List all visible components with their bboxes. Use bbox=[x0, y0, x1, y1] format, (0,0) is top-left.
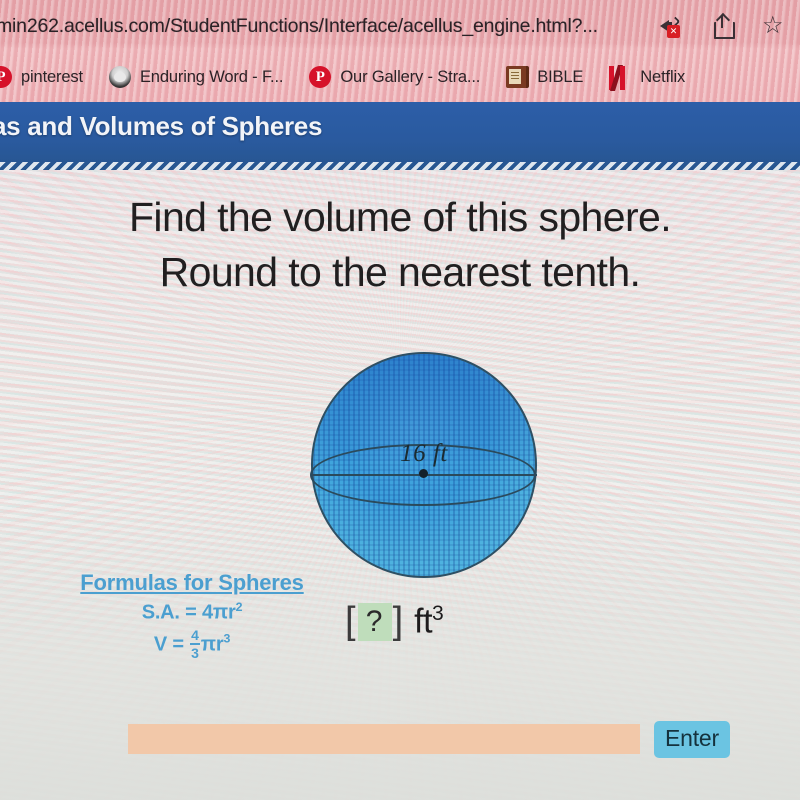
sphere-figure: 16 ft bbox=[310, 352, 537, 578]
bookmark-star-icon[interactable]: ☆ bbox=[762, 13, 788, 39]
url-bar-icon-group: ✕ ☆ bbox=[658, 13, 800, 39]
surface-area-prefix: S.A. = 4 bbox=[141, 601, 213, 624]
formula-surface-area: S.A. = 4πr2 bbox=[42, 600, 342, 625]
close-bracket: ] bbox=[392, 600, 405, 642]
mute-speaker-icon[interactable]: ✕ bbox=[658, 13, 684, 39]
question-line-1: Find the volume of this sphere. bbox=[128, 194, 672, 240]
bookmark-label: Our Gallery - Stra... bbox=[340, 67, 481, 86]
star-glyph: ☆ bbox=[762, 12, 784, 39]
sphere-center-point bbox=[419, 469, 428, 478]
bookmarks-bar: P pinterest Enduring Word - F... P Our G… bbox=[0, 52, 800, 102]
bookmark-item-netflix[interactable]: Netflix bbox=[609, 65, 686, 91]
formulas-box: Formulas for Spheres S.A. = 4πr2 V = 43π… bbox=[42, 570, 342, 661]
fraction-numerator: 4 bbox=[190, 626, 200, 645]
formula-volume: V = 4 3 πr3 bbox=[42, 628, 342, 661]
page-title: as and Volumes of Spheres bbox=[0, 111, 323, 141]
fraction-denominator: 3 bbox=[191, 644, 199, 661]
enduring-word-icon bbox=[108, 66, 131, 88]
lesson-header-bar: as and Volumes of Spheres bbox=[0, 102, 800, 170]
answer-input[interactable] bbox=[128, 724, 640, 754]
volume-prefix: V = bbox=[153, 632, 190, 655]
volume-symbol: πr bbox=[200, 632, 224, 655]
bookmark-label: BIBLE bbox=[537, 67, 584, 86]
question-line-2: Round to the nearest tenth. bbox=[159, 248, 641, 295]
answer-blank-field: ? bbox=[357, 602, 392, 641]
browser-url-bar[interactable]: min262.acellus.com/StudentFunctions/Inte… bbox=[0, 0, 800, 52]
lesson-content-area: Find the volume of this sphere. Round to… bbox=[0, 170, 800, 800]
url-text[interactable]: min262.acellus.com/StudentFunctions/Inte… bbox=[0, 15, 598, 38]
enter-button[interactable]: Enter bbox=[654, 720, 730, 758]
volume-exponent: 3 bbox=[223, 631, 231, 646]
share-icon[interactable] bbox=[710, 12, 736, 39]
answer-unit: ft3 bbox=[414, 601, 444, 641]
pinterest-icon: P bbox=[0, 66, 12, 88]
question-text: Find the volume of this sphere. Round to… bbox=[0, 190, 800, 299]
browser-chrome: min262.acellus.com/StudentFunctions/Inte… bbox=[0, 0, 800, 102]
header-zigzag-divider bbox=[0, 162, 800, 170]
unit-text: ft bbox=[414, 602, 433, 641]
bookmark-item-pinterest[interactable]: P pinterest bbox=[0, 66, 83, 88]
netflix-icon bbox=[609, 65, 631, 91]
answer-expression: [ ? ] ft3 bbox=[345, 600, 444, 643]
sphere-dimension-label: 16 ft bbox=[400, 440, 448, 467]
bookmark-item-bible[interactable]: BIBLE bbox=[506, 66, 583, 88]
volume-fraction: 43 bbox=[190, 628, 200, 660]
bible-book-icon bbox=[506, 66, 530, 88]
mute-badge: ✕ bbox=[667, 25, 680, 38]
bookmark-label: Netflix bbox=[640, 67, 686, 86]
bookmark-item-our-gallery[interactable]: P Our Gallery - Stra... bbox=[309, 66, 480, 88]
surface-area-symbol: πr bbox=[212, 601, 236, 624]
unit-exponent: 3 bbox=[432, 601, 444, 625]
surface-area-exponent: 2 bbox=[235, 600, 243, 614]
answer-placeholder-box: [ ? ] bbox=[345, 600, 404, 643]
open-bracket: [ bbox=[345, 600, 357, 642]
pinterest-icon: P bbox=[309, 66, 332, 88]
bookmark-label: Enduring Word - F... bbox=[139, 67, 284, 86]
answer-entry-row: Enter bbox=[128, 718, 800, 760]
bookmark-label: pinterest bbox=[21, 67, 83, 86]
formulas-title: Formulas for Spheres bbox=[80, 570, 304, 595]
bookmark-item-enduring-word[interactable]: Enduring Word - F... bbox=[108, 66, 284, 88]
